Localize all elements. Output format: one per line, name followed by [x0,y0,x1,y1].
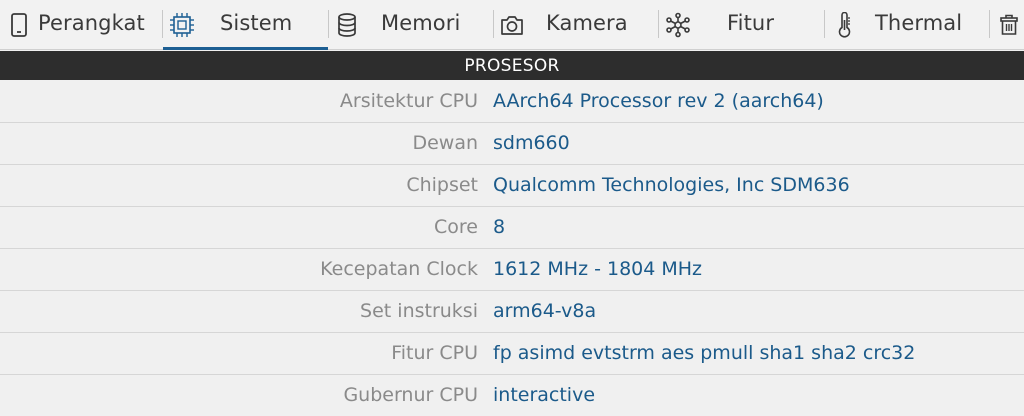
info-row: Arsitektur CPU AArch64 Processor rev 2 (… [0,81,1024,123]
tab-sistem[interactable]: Sistem [163,0,328,50]
trash-icon [1000,14,1018,35]
info-row: Dewan sdm660 [0,123,1024,165]
selected-tab-indicator [163,47,328,50]
info-key: Dewan [412,132,478,154]
info-row: Core 8 [0,207,1024,249]
tab-bar: Perangkat Sistem Memori Kamera Fitur The… [0,0,1024,50]
tab-label: Perangkat [38,11,145,35]
info-key: Kecepatan Clock [320,258,478,280]
info-value: interactive [493,384,596,406]
database-icon [338,13,356,37]
info-value: arm64-v8a [493,300,597,322]
info-value: fp asimd evtstrm aes pmull sha1 sha2 crc… [493,342,916,364]
info-key: Fitur CPU [391,342,478,364]
tab-trash[interactable] [990,0,1024,50]
info-key: Core [434,216,478,238]
thermometer-icon [838,12,851,38]
info-value: sdm660 [493,132,570,154]
info-value: 8 [493,216,506,238]
info-key: Chipset [406,174,478,196]
tab-thermal[interactable]: Thermal [825,0,989,50]
info-key: Arsitektur CPU [339,90,478,112]
tab-label: Fitur [727,11,775,35]
info-key: Gubernur CPU [343,384,478,406]
tab-kamera[interactable]: Kamera [494,0,658,50]
info-row: Fitur CPU fp asimd evtstrm aes pmull sha… [0,333,1024,375]
tab-label: Sistem [220,11,293,35]
info-row: Set instruksi arm64-v8a [0,291,1024,333]
tab-label: Memori [381,11,461,35]
phone-icon [11,13,27,37]
info-row: Kecepatan Clock 1612 MHz - 1804 MHz [0,249,1024,291]
info-value: Qualcomm Technologies, Inc SDM636 [493,174,850,196]
tab-label: Thermal [875,11,963,35]
tab-bar-divider [0,49,1024,50]
section-title: PROSESOR [464,55,560,76]
tab-perangkat[interactable]: Perangkat [0,0,163,50]
section-header: PROSESOR [0,51,1024,80]
info-value: AArch64 Processor rev 2 (aarch64) [493,90,824,112]
molecule-icon [666,12,690,38]
info-key: Set instruksi [360,300,478,322]
info-row: Chipset Qualcomm Technologies, Inc SDM63… [0,165,1024,207]
info-row: Gubernur CPU interactive [0,375,1024,416]
tab-label: Kamera [546,11,628,35]
tab-fitur[interactable]: Fitur [659,0,824,50]
info-value: 1612 MHz - 1804 MHz [493,258,703,280]
cpu-chip-icon [170,13,194,37]
camera-icon [501,16,523,35]
tab-memori[interactable]: Memori [329,0,493,50]
